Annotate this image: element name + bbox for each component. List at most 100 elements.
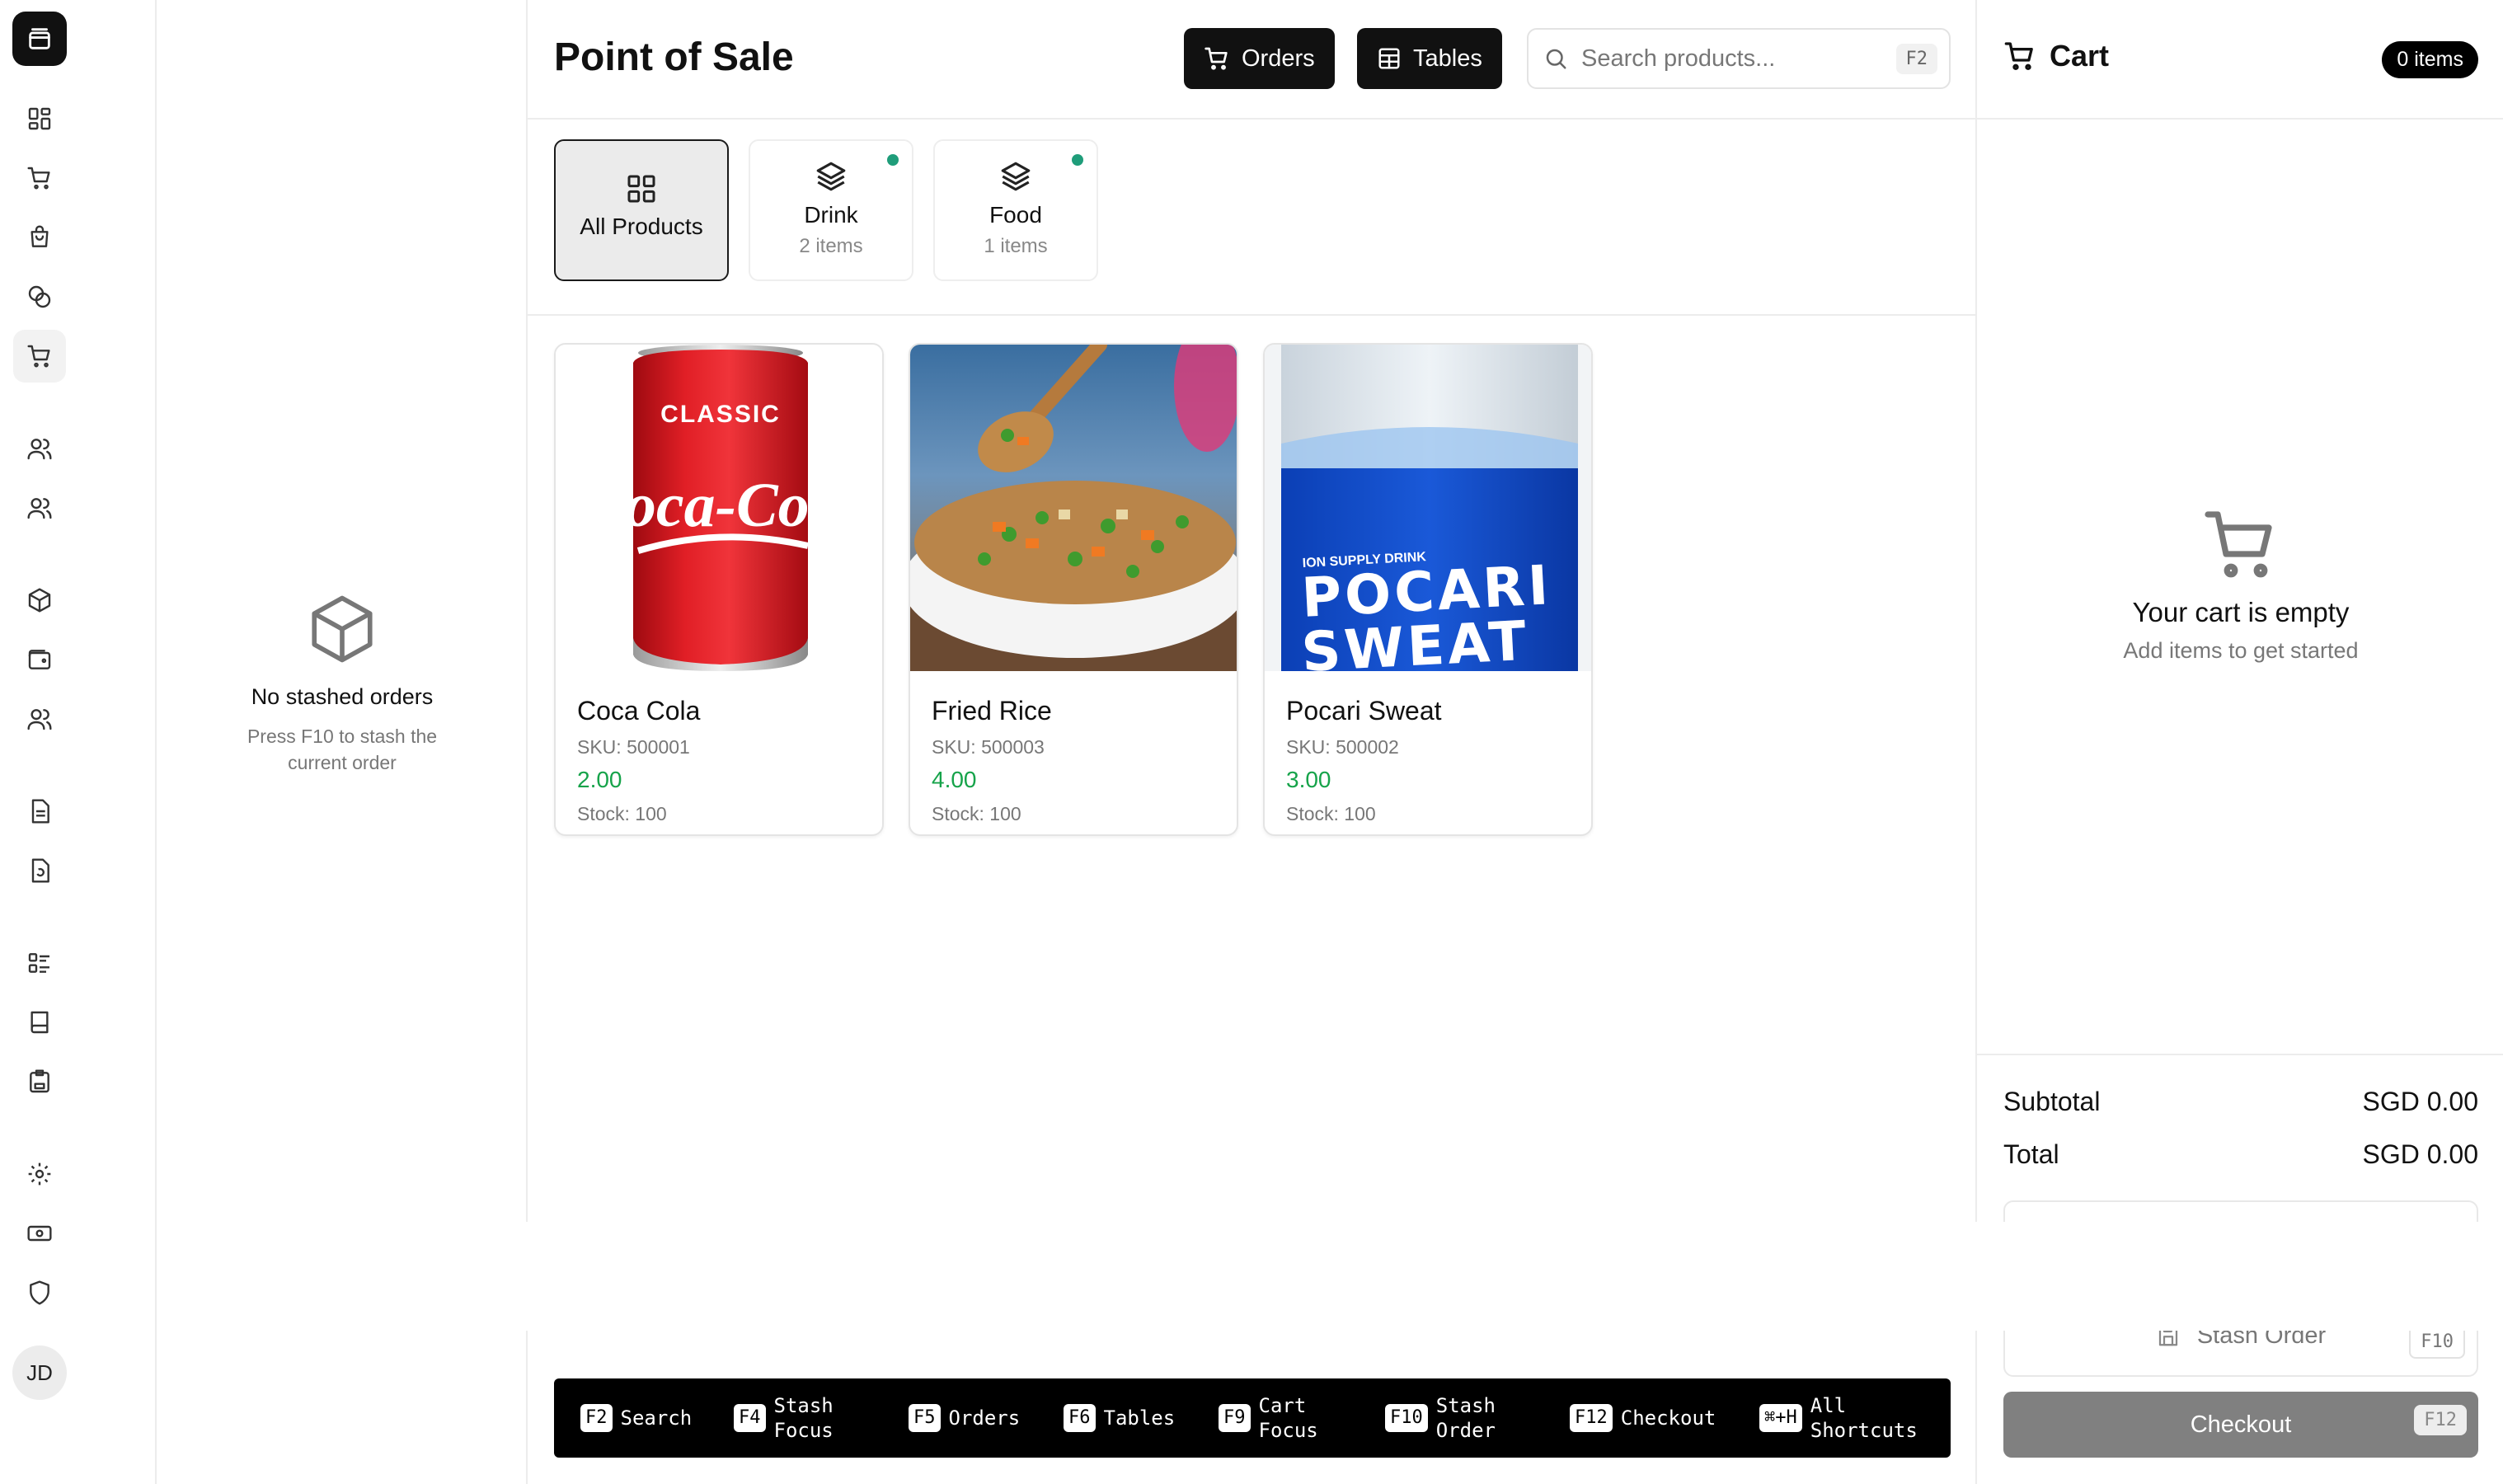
product-name: Coca Cola	[577, 696, 701, 726]
stash-empty-title: No stashed orders	[251, 684, 434, 709]
search-box[interactable]: F2	[1527, 28, 1951, 89]
shortcut-key: ⌘+H	[1759, 1404, 1802, 1432]
product-price: 2.00	[577, 767, 622, 792]
nav-reports[interactable]	[13, 937, 66, 989]
nav-suppliers[interactable]	[13, 481, 66, 534]
list-icon	[28, 953, 49, 973]
category-indicator-dot	[887, 154, 899, 166]
subtotal-value: SGD 0.00	[2362, 1087, 2478, 1116]
cart-empty-hint: Add items to get started	[2123, 638, 2359, 663]
nav-customers[interactable]	[13, 422, 66, 475]
cart-empty-state: Your cart is empty Add items to get star…	[1977, 505, 2503, 664]
category-all-products[interactable]: All Products	[554, 139, 729, 281]
document-icon	[31, 799, 49, 824]
shortcut-label: Search	[620, 1407, 693, 1430]
cart-count-badge: 0 items	[2382, 41, 2478, 78]
cash-icon	[27, 1225, 52, 1242]
shortcut-label: Cart Focus	[1258, 1394, 1318, 1442]
product-stock: Stock: 100	[577, 803, 667, 824]
grid-icon	[627, 175, 655, 203]
orders-button[interactable]: Orders	[1184, 28, 1335, 89]
layers-logo-icon	[29, 28, 50, 49]
document-refresh-icon	[31, 858, 49, 883]
shortcut-orders: F5 Orders	[909, 1378, 1020, 1458]
users-icon	[27, 439, 52, 460]
cart-icon	[2004, 42, 2033, 70]
shortcut-stash-order: F10 Stash Order	[1385, 1378, 1509, 1458]
nav-pos[interactable]	[13, 330, 66, 383]
page-title: Point of Sale	[554, 35, 794, 79]
shortcut-stash-focus: F4 Stash Focus	[734, 1378, 834, 1458]
nav-ledger[interactable]	[13, 996, 66, 1049]
shortcut-key: F4	[734, 1404, 766, 1432]
product-card-fried-rice[interactable]: Fried Rice SKU: 500003 4.00 Stock: 100	[909, 343, 1238, 836]
nav-payments[interactable]	[13, 1207, 66, 1260]
wallet-icon	[28, 650, 51, 669]
orders-button-label: Orders	[1242, 45, 1315, 72]
shortcut-label: Tables	[1103, 1407, 1176, 1430]
bottle-brand-line2: SWEAT	[1300, 609, 1531, 671]
category-bar: All Products Drink 2 items Food 1 items	[528, 120, 1975, 316]
layers-icon	[816, 162, 846, 191]
app-logo[interactable]	[12, 12, 67, 66]
shortcut-key: F9	[1219, 1404, 1251, 1432]
cart-header: Cart 0 items	[1977, 0, 2503, 120]
layers-icon	[1001, 162, 1031, 191]
shortcut-label: Orders	[948, 1407, 1021, 1430]
nav-wallet[interactable]	[13, 633, 66, 686]
sidebar-rail: JD	[0, 0, 157, 1484]
checkout-label: Checkout	[2190, 1411, 2292, 1438]
search-input[interactable]	[1581, 45, 1896, 73]
shortcut-key: F10	[1385, 1404, 1428, 1432]
shortcut-search: F2 Search	[580, 1378, 692, 1458]
nav-sales[interactable]	[13, 152, 66, 204]
product-sku: SKU: 500002	[1286, 736, 1399, 758]
tables-button[interactable]: Tables	[1357, 28, 1502, 89]
nav-returns[interactable]	[13, 844, 66, 897]
can-brand-text: Coca-Cola	[583, 471, 858, 540]
tables-button-label: Tables	[1413, 45, 1482, 72]
product-image-fried-rice	[910, 345, 1237, 671]
shortcut-label: Checkout	[1620, 1407, 1716, 1430]
product-grid: CLASSIC Coca-Cola Coca Cola SKU: 500001 …	[528, 316, 1975, 1305]
nav-dashboard[interactable]	[13, 92, 66, 145]
category-food[interactable]: Food 1 items	[933, 139, 1098, 281]
product-stock: Stock: 100	[932, 803, 1021, 824]
nav-finance[interactable]	[13, 270, 66, 323]
product-card-coca-cola[interactable]: CLASSIC Coca-Cola Coca Cola SKU: 500001 …	[554, 343, 884, 836]
product-card-pocari-sweat[interactable]: ION SUPPLY DRINK POCARI SWEAT Pocari Swe…	[1263, 343, 1593, 836]
category-count: 2 items	[799, 235, 863, 257]
cart-icon	[2205, 511, 2272, 578]
product-image-pocari-sweat: ION SUPPLY DRINK POCARI SWEAT	[1265, 345, 1591, 671]
search-shortcut-key: F2	[1895, 43, 1937, 74]
stash-empty-hint: Press F10 to stash the current order	[247, 726, 438, 773]
shortcut-label: Stash Focus	[773, 1394, 834, 1442]
cart-empty-title: Your cart is empty	[2132, 597, 2350, 627]
category-count: 1 items	[984, 235, 1048, 257]
stash-empty-state: No stashed orders Press F10 to stash the…	[157, 592, 528, 776]
can-top-text: CLASSIC	[660, 401, 781, 428]
book-icon	[31, 1011, 49, 1034]
category-indicator-dot	[1072, 154, 1083, 166]
total-row: Total SGD 0.00	[2003, 1139, 2478, 1170]
product-sku: SKU: 500003	[932, 736, 1045, 758]
shortcut-all-shortcuts: ⌘+H All Shortcuts	[1759, 1378, 1949, 1458]
shortcut-bar: F2 Search F4 Stash Focus F5 Orders F6 Ta…	[554, 1378, 1951, 1458]
shortcut-cart-focus: F9 Cart Focus	[1219, 1378, 1318, 1458]
shortcut-key: F5	[909, 1404, 941, 1432]
checkout-button[interactable]: Checkout F12	[2003, 1392, 2478, 1458]
category-name: All Products	[580, 214, 703, 239]
coins-icon	[28, 285, 51, 308]
box-icon	[28, 588, 51, 613]
product-name: Pocari Sweat	[1286, 696, 1442, 726]
nav-products[interactable]	[13, 574, 66, 627]
nav-security[interactable]	[13, 1266, 66, 1319]
cart-icon	[1205, 47, 1228, 70]
nav-invoices[interactable]	[13, 785, 66, 838]
nav-staff[interactable]	[13, 693, 66, 745]
nav-settings[interactable]	[13, 1148, 66, 1200]
user-avatar[interactable]: JD	[12, 1345, 67, 1400]
category-drink[interactable]: Drink 2 items	[749, 139, 913, 281]
nav-expenses[interactable]	[13, 1055, 66, 1108]
nav-purchases[interactable]	[13, 211, 66, 264]
